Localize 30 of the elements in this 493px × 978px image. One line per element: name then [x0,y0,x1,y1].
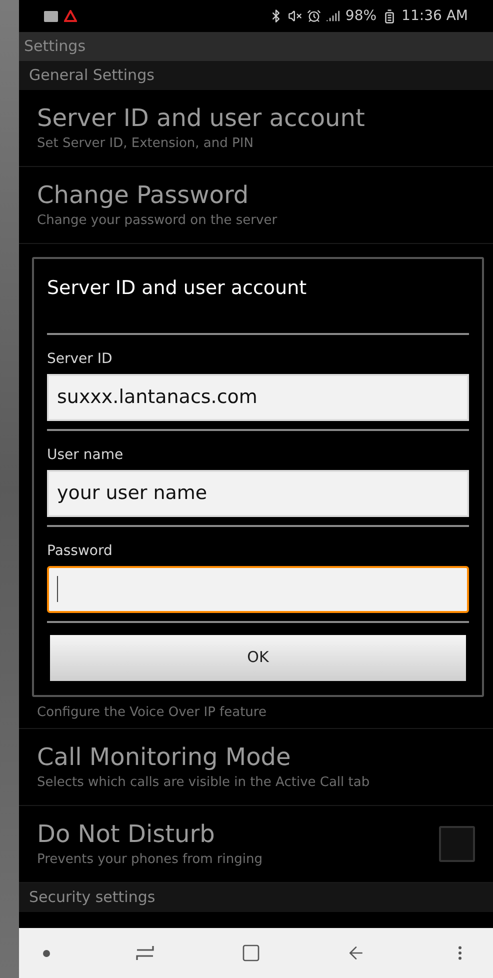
ok-button[interactable]: OK [50,634,466,680]
battery-percent: 98% [345,6,377,26]
setting-title[interactable]: Change Password [37,179,475,211]
home-icon[interactable] [240,943,260,963]
input-field[interactable]: your user name [47,470,469,516]
warning-icon [64,10,77,22]
recent-apps-icon[interactable] [135,945,156,961]
setting-subtitle: Set Server ID, Extension, and PIN [37,135,254,153]
signal-icon [326,9,340,23]
checkbox[interactable] [439,826,475,862]
setting-title[interactable]: Server ID and user account [37,102,475,134]
setting-title[interactable]: Call Monitoring Mode [37,741,475,773]
setting-subtitle: Configure the Voice Over IP feature [37,704,268,722]
section-header: Security settings [19,883,493,912]
setting-subtitle: Prevents your phones from ringing [37,851,264,869]
input-field[interactable]: suxxx.lantanacs.com [47,374,469,420]
input-field[interactable] [47,566,469,612]
text-cursor [57,576,58,602]
field-label: Password [47,542,114,560]
app-title: Settings [24,36,86,58]
setting-subtitle: Change your password on the server [37,212,278,230]
section-header: General Settings [19,61,493,90]
field-label: User name [47,446,124,464]
dialog-title: Server ID and user account [47,276,308,301]
field-label: Server ID [47,350,114,368]
setting-subtitle: Selects which calls are visible in the Active Call tab [37,774,371,792]
alarm-icon [307,9,322,23]
setting-title[interactable]: Do Not Disturb [37,818,439,850]
mute-icon [288,9,302,23]
clock: 11:36 AM [402,6,468,26]
